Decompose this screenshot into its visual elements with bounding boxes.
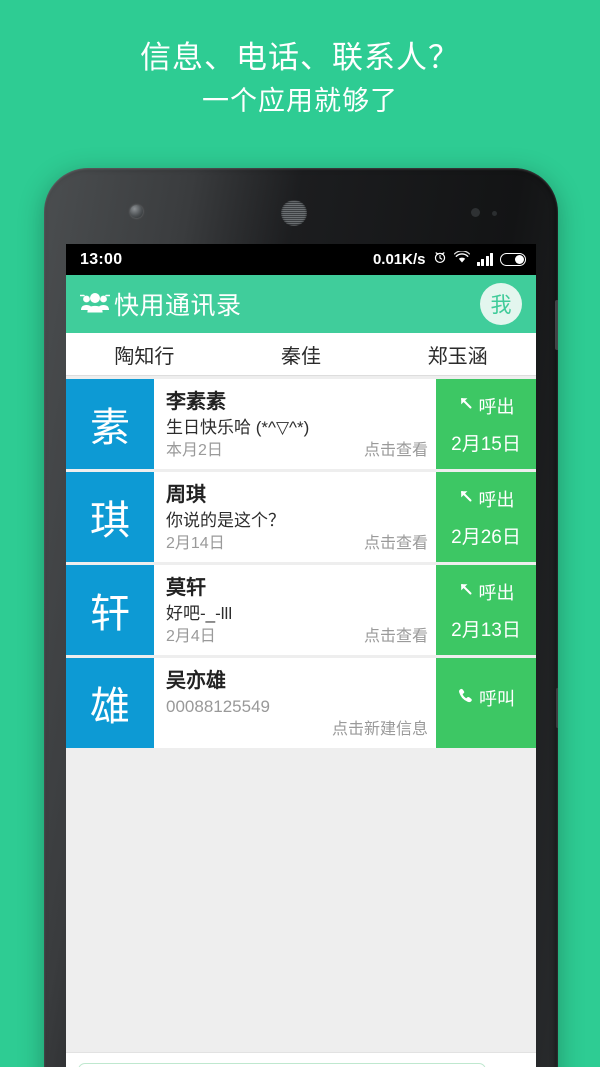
tab-contact-1[interactable]: 陶知行: [66, 340, 223, 369]
contact-name: 莫轩: [166, 576, 206, 599]
phone-top-bezel: [44, 168, 558, 248]
earpiece-speaker-icon: [281, 200, 307, 226]
alarm-icon: [433, 250, 447, 269]
power-button[interactable]: [555, 300, 558, 350]
tab-contact-2[interactable]: 秦佳: [223, 340, 380, 369]
list-item[interactable]: 轩 莫轩 好吧-_-lll 2月4日 点击查看 呼出 2月13日: [66, 565, 536, 655]
action-hint: 点击新建信息: [331, 720, 428, 738]
message-date: 2月4日: [166, 627, 216, 645]
message-preview: 生日快乐哈 (*^▽^*): [166, 417, 310, 437]
front-camera-icon: [130, 205, 143, 218]
list-item-meta: 点击新建信息: [166, 719, 428, 741]
call-action-label: 呼出: [478, 489, 515, 510]
avatar: 琪: [66, 472, 154, 562]
tab-contact-3[interactable]: 郑玉涵: [379, 340, 536, 369]
proximity-sensor-icon: [471, 208, 480, 217]
outgoing-call-arrow-icon: [458, 395, 474, 416]
app-bar: 快用通讯录 我: [66, 275, 536, 333]
call-action-label: 呼出: [478, 396, 515, 417]
call-action-date: 2月15日: [451, 433, 521, 455]
contact-tabs: 陶知行 秦佳 郑玉涵: [66, 333, 536, 376]
bottom-action-bar: 发信息 | 拨号 | 搜索 朋友 4人: [66, 1052, 536, 1067]
call-action-top: 呼出: [458, 579, 515, 605]
list-item[interactable]: 素 李素素 生日快乐哈 (*^▽^*) 本月2日 点击查看 呼出 2月15日: [66, 379, 536, 469]
call-action-label: 呼叫: [479, 689, 515, 709]
list-item-body[interactable]: 莫轩 好吧-_-lll 2月4日 点击查看: [154, 565, 436, 655]
call-action-top: 呼出: [458, 393, 515, 419]
avatar: 雄: [66, 658, 154, 748]
list-item-body[interactable]: 李素素 生日快乐哈 (*^▽^*) 本月2日 点击查看: [154, 379, 436, 469]
outgoing-call-arrow-icon: [458, 581, 474, 602]
phone-number: 00088125549: [166, 696, 271, 716]
search-input[interactable]: 发信息 | 拨号 | 搜索 朋友 4人: [78, 1062, 486, 1067]
call-action-label: 呼出: [478, 582, 515, 603]
profile-avatar-button[interactable]: 我: [480, 283, 522, 325]
signal-icon: [476, 253, 493, 266]
contact-name: 李素素: [166, 390, 226, 413]
call-action-button[interactable]: 呼出 2月13日: [436, 565, 536, 655]
avatar: 素: [66, 379, 154, 469]
list-item[interactable]: 琪 周琪 你说的是这个？ 2月14日 点击查看 呼出 2月26日: [66, 472, 536, 562]
call-action-top: 呼叫: [457, 685, 515, 711]
promo-headline-line2: 一个应用就够了: [202, 85, 398, 116]
network-speed-label: 0.01K/s: [372, 251, 426, 268]
contact-name: 吴亦雄: [166, 669, 226, 692]
outgoing-call-arrow-icon: [458, 488, 474, 509]
action-hint: 点击查看: [363, 441, 428, 459]
action-hint: 点击查看: [363, 534, 428, 552]
message-preview: 好吧-_-lll: [166, 603, 233, 623]
list-item-body[interactable]: 吴亦雄 00088125549 点击新建信息: [154, 658, 436, 748]
call-action-button[interactable]: 呼叫: [436, 658, 536, 748]
conversation-list: 素 李素素 生日快乐哈 (*^▽^*) 本月2日 点击查看 呼出 2月15日 琪…: [66, 376, 536, 748]
call-action-date: 2月13日: [451, 619, 521, 641]
call-action-top: 呼出: [458, 486, 515, 512]
list-item-meta: 2月4日 点击查看: [166, 626, 428, 648]
contact-name: 周琪: [166, 483, 206, 506]
message-preview: 你说的是这个？: [166, 510, 285, 530]
volume-button[interactable]: [556, 688, 558, 728]
light-sensor-icon: [492, 211, 497, 216]
promo-headline: 信息、电话、联系人？ 一个应用就够了: [0, 38, 600, 118]
status-bar: 13:00 0.01K/s: [66, 244, 536, 275]
app-title: 快用通讯录: [114, 292, 242, 320]
promo-headline-line1: 信息、电话、联系人？: [140, 40, 460, 75]
battery-icon: [500, 253, 526, 266]
phone-handset-icon: [457, 687, 474, 709]
status-bar-indicators: 0.01K/s: [372, 249, 526, 269]
contacts-group-icon: [79, 291, 111, 317]
wifi-icon: [453, 249, 470, 269]
phone-screen: 13:00 0.01K/s 快用通讯录 我 陶知行 秦佳 郑玉涵 素 李素素 生…: [66, 244, 536, 1067]
phone-device-mockup: 13:00 0.01K/s 快用通讯录 我 陶知行 秦佳 郑玉涵 素 李素素 生…: [44, 168, 558, 1067]
status-bar-clock: 13:00: [80, 250, 123, 268]
message-date: 本月2日: [166, 441, 223, 459]
call-action-date: 2月26日: [451, 526, 521, 548]
message-date: 2月14日: [166, 534, 225, 552]
avatar: 轩: [66, 565, 154, 655]
call-action-button[interactable]: 呼出 2月15日: [436, 379, 536, 469]
list-item-body[interactable]: 周琪 你说的是这个？ 2月14日 点击查看: [154, 472, 436, 562]
list-item-meta: 本月2日 点击查看: [166, 440, 428, 462]
list-item[interactable]: 雄 吴亦雄 00088125549 点击新建信息 呼叫: [66, 658, 536, 748]
call-action-button[interactable]: 呼出 2月26日: [436, 472, 536, 562]
list-item-meta: 2月14日 点击查看: [166, 533, 428, 555]
action-hint: 点击查看: [363, 627, 428, 645]
